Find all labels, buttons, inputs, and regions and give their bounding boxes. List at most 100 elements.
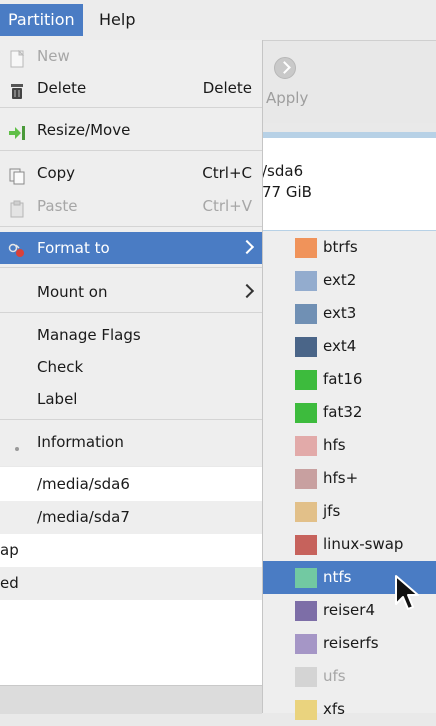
menu-item-resize-move[interactable]: Resize/Move: [0, 114, 262, 146]
menu-item-label: Manage Flags: [37, 326, 141, 344]
fs-color-swatch: [295, 469, 317, 489]
fs-color-swatch: [295, 667, 317, 687]
fs-color-swatch: [295, 337, 317, 357]
menu-item-label: Mount on: [37, 283, 108, 301]
fs-item-label: fat32: [323, 403, 363, 421]
mouse-pointer-icon: [395, 575, 419, 610]
shortcut-label: Delete: [202, 79, 252, 97]
menu-item-label-partition[interactable]: Label: [0, 383, 262, 415]
fs-item-ext2[interactable]: ext2: [263, 264, 436, 297]
disk-map[interactable]: /sda6 77 GiB: [262, 132, 436, 236]
trash-icon: [8, 79, 26, 99]
table-row[interactable]: ed: [0, 567, 262, 600]
partition-menu: New Delete Delete Resize/Move Copy Ctrl+…: [0, 40, 263, 466]
menu-item-label: Information: [37, 433, 124, 451]
menu-separator: [0, 267, 262, 268]
fs-item-reiserfs[interactable]: reiserfs: [263, 627, 436, 660]
new-icon: [8, 47, 26, 68]
resize-arrow-icon: [8, 121, 26, 140]
menu-item-information[interactable]: Information: [0, 426, 262, 458]
fs-item-label: ufs: [323, 667, 346, 685]
menu-item-new[interactable]: New: [0, 40, 262, 72]
menu-item-paste[interactable]: Paste Ctrl+V: [0, 190, 262, 222]
partition-list: /media/sda6 /media/sda7 ap ed: [0, 467, 262, 713]
filesystem-cell: ed: [0, 574, 19, 592]
fs-item-fat16[interactable]: fat16: [263, 363, 436, 396]
fs-color-swatch: [295, 535, 317, 555]
paste-icon: [8, 197, 26, 218]
menu-item-manage-flags[interactable]: Manage Flags: [0, 319, 262, 351]
format-icon: [8, 239, 26, 257]
disk-map-partition-size: 77 GiB: [262, 183, 312, 201]
fs-color-swatch: [295, 700, 317, 720]
fs-color-swatch: [295, 436, 317, 456]
fs-item-label: linux-swap: [323, 535, 404, 553]
fs-item-ufs[interactable]: ufs: [263, 660, 436, 693]
fs-color-swatch: [295, 304, 317, 324]
menu-item-label: New: [37, 47, 70, 65]
menu-help[interactable]: Help: [91, 4, 143, 36]
fs-item-xfs[interactable]: xfs: [263, 693, 436, 726]
info-icon: [8, 433, 26, 451]
copy-icon: [8, 164, 26, 185]
menu-separator: [0, 312, 262, 313]
chevron-right-icon: [239, 283, 255, 299]
menu-item-delete[interactable]: Delete Delete: [0, 72, 262, 104]
menu-item-label: Paste: [37, 197, 78, 215]
fs-item-label: ext3: [323, 304, 357, 322]
fs-color-swatch: [295, 403, 317, 423]
fs-item-ext3[interactable]: ext3: [263, 297, 436, 330]
table-row[interactable]: ap: [0, 534, 262, 567]
fs-item-hfs[interactable]: hfs: [263, 429, 436, 462]
table-row[interactable]: /media/sda6: [0, 468, 262, 501]
menu-separator: [0, 150, 262, 151]
menu-separator: [0, 226, 262, 227]
menu-item-check[interactable]: Check: [0, 351, 262, 383]
toolbar: Apply: [262, 41, 436, 123]
menu-item-mount-on[interactable]: Mount on: [0, 276, 262, 308]
menu-item-label: Resize/Move: [37, 121, 131, 139]
menu-separator: [0, 419, 262, 420]
fs-color-swatch: [295, 601, 317, 621]
fs-item-label: ntfs: [323, 568, 352, 586]
menu-item-label: Copy: [37, 164, 76, 182]
disk-map-partition-path: /sda6: [262, 162, 304, 180]
fs-item-hfsplus[interactable]: hfs+: [263, 462, 436, 495]
fs-item-fat32[interactable]: fat32: [263, 396, 436, 429]
fs-item-label: hfs+: [323, 469, 359, 487]
menu-item-format-to[interactable]: Format to: [0, 232, 262, 264]
fs-color-swatch: [295, 634, 317, 654]
shortcut-label: Ctrl+C: [202, 164, 252, 182]
menu-item-label: Format to: [37, 239, 110, 257]
apply-button[interactable]: Apply: [266, 89, 308, 107]
fs-item-label: ext4: [323, 337, 357, 355]
menu-item-label: Delete: [37, 79, 87, 97]
menu-item-copy[interactable]: Copy Ctrl+C: [0, 157, 262, 189]
filesystem-cell: ap: [0, 541, 19, 559]
menu-separator: [0, 107, 262, 108]
menu-item-label: Check: [37, 358, 84, 376]
mount-point: /media/sda7: [37, 508, 130, 526]
fs-item-label: jfs: [323, 502, 341, 520]
format-submenu: btrfs ext2 ext3 ext4 fat16 fat32 hfs hfs…: [262, 231, 436, 720]
fs-color-swatch: [295, 238, 317, 258]
fs-item-label: fat16: [323, 370, 363, 388]
fs-item-btrfs[interactable]: btrfs: [263, 231, 436, 264]
fs-item-label: btrfs: [323, 238, 358, 256]
status-bar: [0, 685, 262, 714]
fs-item-ext4[interactable]: ext4: [263, 330, 436, 363]
fs-item-linux-swap[interactable]: linux-swap: [263, 528, 436, 561]
fs-item-jfs[interactable]: jfs: [263, 495, 436, 528]
shortcut-label: Ctrl+V: [202, 197, 252, 215]
fs-color-swatch: [295, 568, 317, 588]
fs-item-label: ext2: [323, 271, 357, 289]
fs-item-label: xfs: [323, 700, 345, 718]
mount-point: /media/sda6: [37, 475, 130, 493]
menu-partition[interactable]: Partition: [0, 4, 83, 36]
table-row[interactable]: /media/sda7: [0, 501, 262, 534]
fs-color-swatch: [295, 370, 317, 390]
fs-color-swatch: [295, 502, 317, 522]
chevron-right-icon: [239, 239, 255, 255]
fs-item-label: hfs: [323, 436, 346, 454]
menu-item-label: Label: [37, 390, 78, 408]
